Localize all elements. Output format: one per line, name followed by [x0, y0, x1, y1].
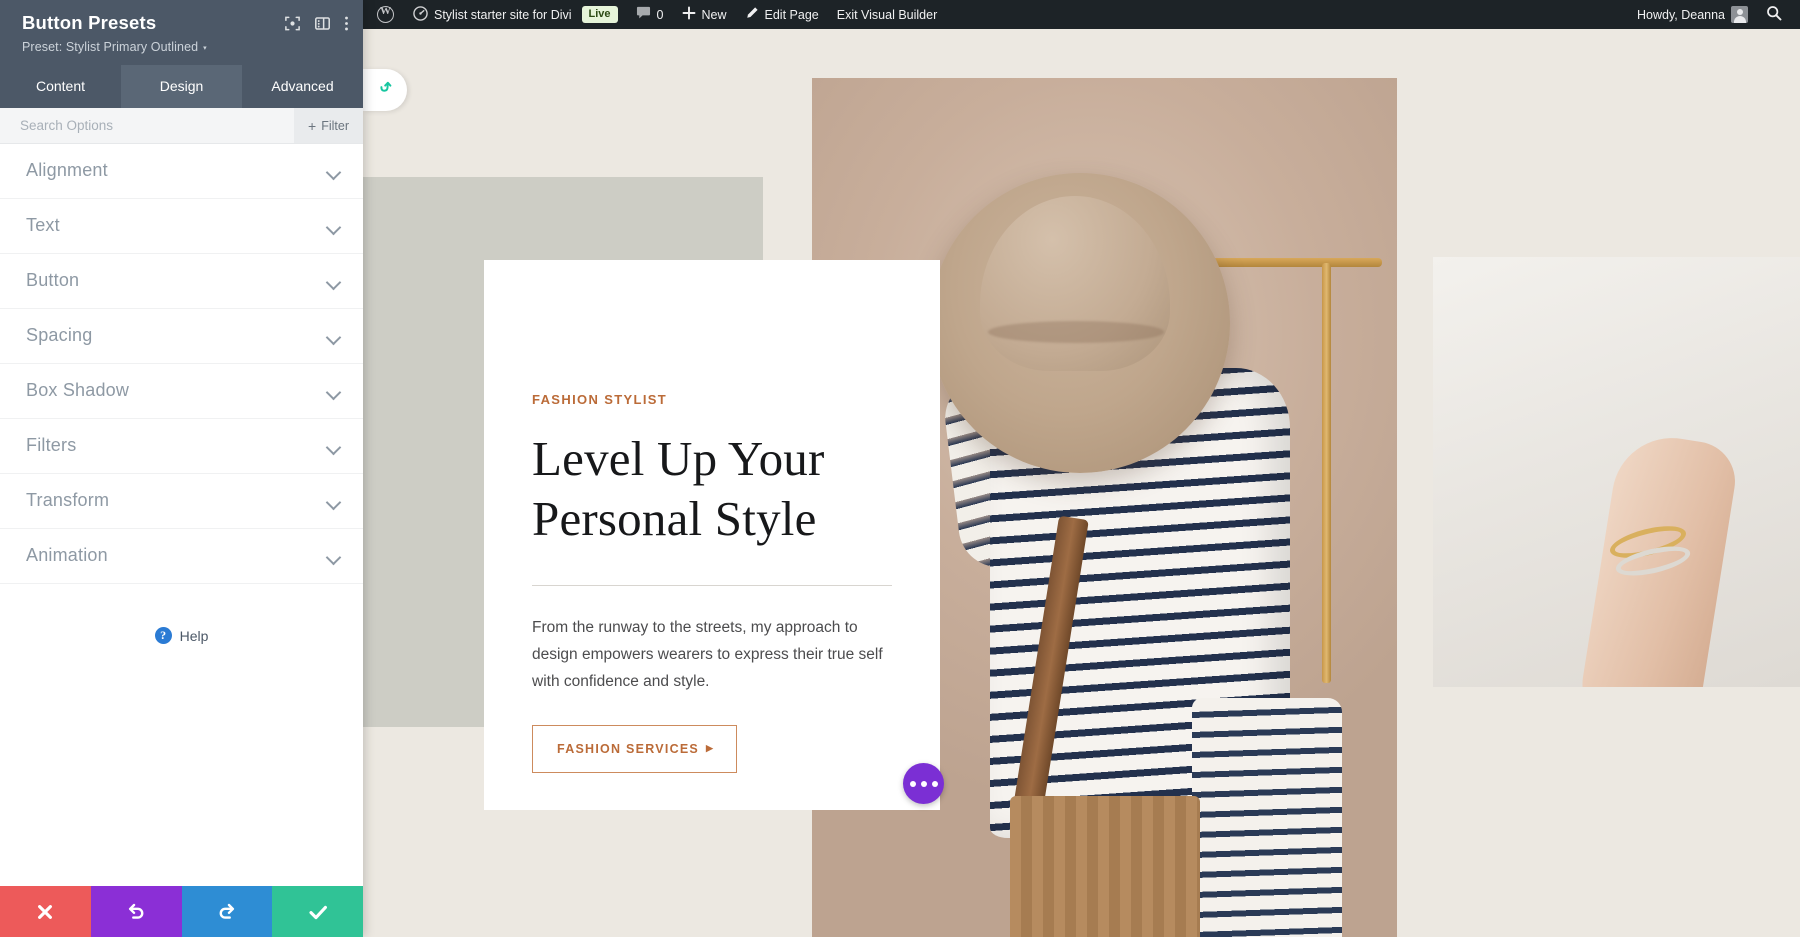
edit-page-link[interactable]: Edit Page [736, 0, 828, 29]
more-vertical-icon[interactable] [344, 15, 349, 32]
new-content-label: New [702, 8, 727, 22]
panel-tabs: Content Design Advanced [0, 65, 363, 108]
accordion-label: Animation [26, 545, 108, 566]
hero-text-card: FASHION STYLIST Level Up Your Personal S… [484, 260, 940, 810]
tab-design[interactable]: Design [121, 65, 242, 108]
comments-count: 0 [657, 8, 664, 22]
hero-eyebrow: FASHION STYLIST [532, 392, 940, 407]
help-link[interactable]: ? Help [0, 584, 363, 644]
focus-target-icon[interactable] [284, 15, 301, 32]
fashion-services-label: FASHION SERVICES [557, 742, 699, 756]
accordion-label: Transform [26, 490, 109, 511]
curved-arrow-icon [376, 79, 394, 102]
plus-icon [682, 6, 696, 23]
chevron-down-icon [328, 167, 341, 175]
accordion-transform[interactable]: Transform [0, 474, 363, 529]
module-settings-panel: Button Presets [0, 0, 363, 937]
plus-icon: + [308, 119, 316, 133]
tab-advanced[interactable]: Advanced [242, 65, 363, 108]
accordion-label: Text [26, 215, 60, 236]
felt-hat-band [988, 321, 1164, 343]
divider [532, 585, 892, 586]
search-input[interactable] [0, 108, 294, 143]
page-title: Level Up Your Personal Style [532, 429, 940, 549]
comments-link[interactable]: 0 [627, 0, 673, 29]
accordion-label: Button [26, 270, 79, 291]
options-accordion-list: Alignment Text Button Spacing Box Shadow… [0, 144, 363, 584]
close-icon [35, 902, 55, 922]
preset-selector[interactable]: Preset: Stylist Primary Outlined ▾ [22, 40, 349, 54]
my-account-menu[interactable]: Howdy, Deanna [1628, 0, 1757, 29]
dashboard-icon [413, 6, 428, 24]
ellipsis-icon-dot [910, 781, 916, 787]
exit-visual-builder-link[interactable]: Exit Visual Builder [828, 0, 947, 29]
chevron-down-icon [328, 277, 341, 285]
accordion-alignment[interactable]: Alignment [0, 144, 363, 199]
hero-body-text: From the runway to the streets, my appro… [532, 614, 894, 695]
accordion-filters[interactable]: Filters [0, 419, 363, 474]
accordion-label: Alignment [26, 160, 108, 181]
module-actions-button[interactable] [903, 763, 944, 804]
filter-label: Filter [321, 119, 349, 133]
fashion-services-button[interactable]: FASHION SERVICES ▶ [532, 725, 737, 773]
redo-icon [216, 901, 237, 922]
greeting-label: Howdy, Deanna [1637, 8, 1725, 22]
accordion-box-shadow[interactable]: Box Shadow [0, 364, 363, 419]
panel-header: Button Presets [0, 0, 363, 65]
accordion-button[interactable]: Button [0, 254, 363, 309]
cancel-button[interactable] [0, 886, 91, 937]
chevron-down-icon [328, 497, 341, 505]
pencil-icon [745, 6, 759, 23]
panel-layout-icon[interactable] [314, 15, 331, 32]
preset-label: Preset: Stylist Primary Outlined [22, 40, 198, 54]
chevron-down-icon [328, 222, 341, 230]
new-content-menu[interactable]: New [673, 0, 736, 29]
site-name-menu[interactable]: Stylist starter site for Divi Live [404, 0, 627, 29]
chevron-down-icon [328, 332, 341, 340]
tab-content[interactable]: Content [0, 65, 121, 108]
search-row: + Filter [0, 108, 363, 144]
chevron-right-icon: ▶ [706, 744, 714, 753]
chevron-down-icon [328, 387, 341, 395]
woven-bag [1010, 796, 1200, 937]
ellipsis-icon-dot [932, 781, 938, 787]
screen: Stylist starter site for Divi Live 0 New [0, 0, 1800, 937]
clothing-rack-post [1322, 263, 1331, 683]
exit-visual-builder-label: Exit Visual Builder [837, 8, 938, 22]
admin-bar-search-button[interactable] [1757, 0, 1800, 29]
site-name-label: Stylist starter site for Divi [434, 8, 572, 22]
save-button[interactable] [272, 886, 363, 937]
comment-icon [636, 6, 651, 23]
filter-button[interactable]: + Filter [294, 108, 363, 143]
panel-header-actions [284, 12, 349, 32]
secondary-photo [1433, 257, 1800, 687]
question-circle-icon: ? [155, 627, 172, 644]
accordion-text[interactable]: Text [0, 199, 363, 254]
accordion-label: Box Shadow [26, 380, 129, 401]
chevron-down-icon [328, 442, 341, 450]
wordpress-logo-icon [377, 6, 394, 23]
accordion-spacing[interactable]: Spacing [0, 309, 363, 364]
accordion-label: Spacing [26, 325, 92, 346]
chevron-down-icon: ▾ [203, 45, 207, 52]
panel-title: Button Presets [22, 12, 156, 34]
accordion-label: Filters [26, 435, 76, 456]
wp-logo-menu[interactable] [363, 0, 404, 29]
chevron-down-icon [328, 552, 341, 560]
panel-footer-actions [0, 886, 363, 937]
live-badge: Live [582, 6, 618, 23]
search-icon [1766, 5, 1782, 24]
undo-icon [126, 901, 147, 922]
edit-page-label: Edit Page [765, 8, 819, 22]
redo-button[interactable] [182, 886, 273, 937]
visual-builder-canvas: FASHION STYLIST Level Up Your Personal S… [363, 29, 1800, 937]
striped-skirt [1192, 698, 1342, 937]
ellipsis-icon-dot [921, 781, 927, 787]
reopen-settings-tab[interactable] [363, 69, 407, 111]
accordion-animation[interactable]: Animation [0, 529, 363, 584]
avatar-icon [1731, 6, 1748, 23]
help-label: Help [180, 628, 209, 644]
check-icon [307, 901, 329, 923]
undo-button[interactable] [91, 886, 182, 937]
